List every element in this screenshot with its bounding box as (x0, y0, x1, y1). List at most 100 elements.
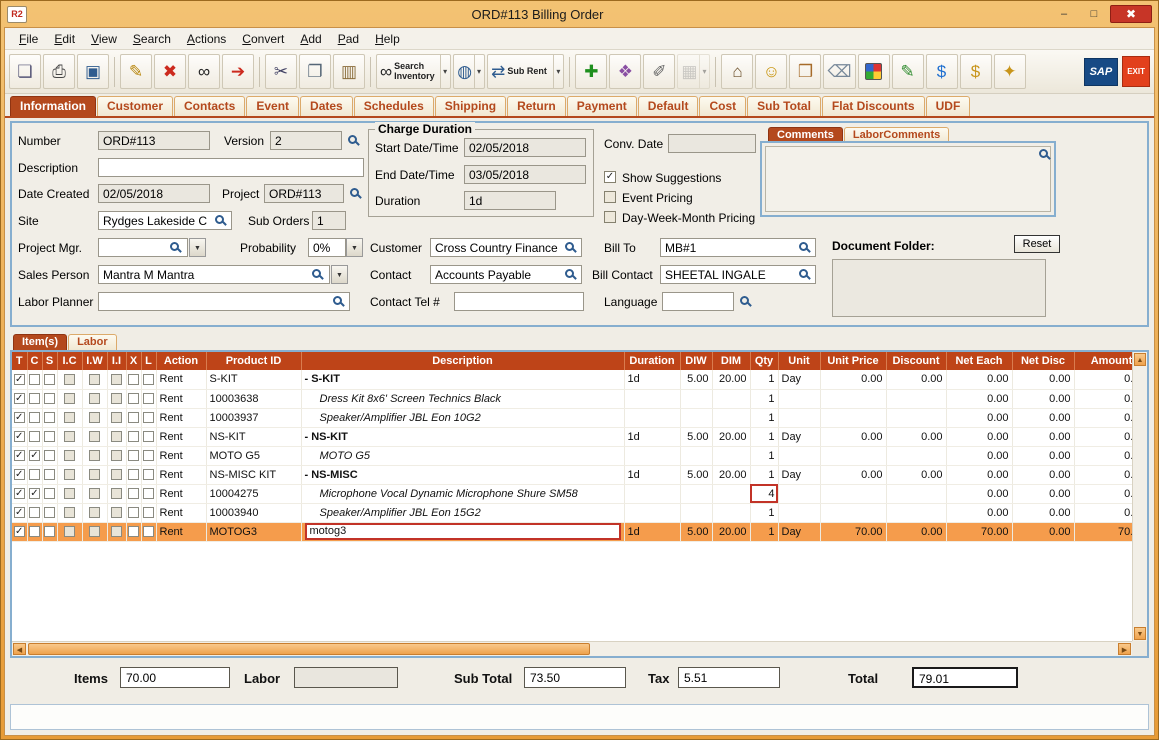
checkbox-ii[interactable] (111, 526, 122, 538)
site-field[interactable]: Rydges Lakeside C (98, 211, 232, 230)
col-header-discount[interactable]: Discount (886, 352, 947, 370)
checkbox-s[interactable] (44, 393, 55, 405)
checkbox-t[interactable] (13, 412, 25, 424)
vertical-scrollbar[interactable]: ▲ ▼ (1132, 352, 1147, 641)
item-row-ns-misc-kit[interactable]: RentNS-MISC KIT- NS-MISC1d5.0020.001Day0… (12, 465, 1132, 485)
tab-sub-total[interactable]: Sub Total (747, 96, 821, 116)
tab-schedules[interactable]: Schedules (353, 96, 434, 116)
edit-pencil-icon[interactable]: ✎ (120, 54, 152, 89)
tab-contacts[interactable]: Contacts (174, 96, 246, 116)
comments-textarea[interactable] (765, 146, 1051, 212)
contact-search-icon[interactable] (565, 269, 574, 278)
paste-icon[interactable]: ▥ (333, 54, 365, 89)
bill-contact-field[interactable]: SHEETAL INGALE (660, 265, 816, 284)
checkbox-ic[interactable] (64, 507, 75, 519)
package-icon[interactable]: ❒ (789, 54, 822, 89)
item-row-10003940[interactable]: Rent10003940Speaker/Amplifier JBL Eon 15… (12, 503, 1132, 523)
checkbox-c[interactable] (29, 412, 40, 424)
checkbox-iw[interactable] (89, 450, 100, 462)
minimize-button[interactable]: – (1050, 5, 1078, 23)
menu-search[interactable]: Search (125, 29, 179, 49)
bill-to-field[interactable]: MB#1 (660, 238, 816, 257)
version-search-icon[interactable] (348, 135, 357, 144)
checkbox-ii[interactable] (111, 431, 122, 443)
customer-field[interactable]: Cross Country Finance (430, 238, 582, 257)
labor-planner-search-icon[interactable] (333, 296, 342, 305)
checkbox-ii[interactable] (111, 507, 122, 519)
sales-person-search-icon[interactable] (312, 269, 321, 278)
col-header-c[interactable]: C (27, 352, 43, 370)
item-row-ns-kit[interactable]: RentNS-KIT- NS-KIT1d5.0020.001Day0.000.0… (12, 427, 1132, 447)
sub-rent-button-dropdown-icon[interactable]: ▾ (553, 55, 560, 88)
checkbox-ic[interactable] (64, 488, 75, 500)
new-document-icon[interactable]: ❏ (9, 54, 41, 89)
tab-default[interactable]: Default (637, 96, 699, 116)
bill-to-search-icon[interactable] (799, 242, 808, 251)
globe-button-dropdown-icon[interactable]: ▾ (474, 55, 481, 88)
checkbox-c[interactable] (29, 507, 40, 519)
grid-view-icon-dropdown-icon[interactable]: ▾ (699, 55, 706, 88)
contact-field[interactable]: Accounts Payable (430, 265, 582, 284)
checkbox-iw[interactable] (89, 469, 100, 481)
site-building-icon[interactable]: ⌂ (721, 54, 754, 89)
col-header-dim[interactable]: DIM (712, 352, 751, 370)
checkbox-t[interactable] (13, 450, 25, 462)
project-mgr-dropdown[interactable] (189, 238, 206, 257)
items-tab-item-s-[interactable]: Item(s) (13, 334, 68, 350)
checkbox-l[interactable] (143, 507, 154, 519)
checkbox-t[interactable] (13, 469, 25, 481)
checkbox-x[interactable] (128, 526, 139, 538)
checkbox-x[interactable] (128, 373, 139, 385)
checkbox-ii[interactable] (111, 393, 122, 405)
tab-payment[interactable]: Payment (566, 96, 637, 116)
checkbox-t[interactable] (13, 373, 25, 385)
scroll-up-icon[interactable]: ▲ (1134, 353, 1146, 366)
col-header-product-id[interactable]: Product ID (206, 352, 302, 370)
checkbox-c[interactable] (29, 450, 40, 462)
checkbox-l[interactable] (143, 488, 154, 500)
col-header-l[interactable]: L (141, 352, 157, 370)
checkbox-x[interactable] (128, 507, 139, 519)
checkbox-iw[interactable] (89, 412, 100, 424)
checkbox-ic[interactable] (64, 431, 75, 443)
checkbox-l[interactable] (143, 431, 154, 443)
add-item-icon[interactable]: ✚ (575, 54, 608, 89)
checkbox-c[interactable] (29, 488, 40, 500)
checkbox-t[interactable] (13, 488, 25, 500)
menu-view[interactable]: View (83, 29, 125, 49)
col-header-duration[interactable]: Duration (624, 352, 681, 370)
checkbox-iw[interactable] (89, 431, 100, 443)
tab-shipping[interactable]: Shipping (434, 96, 507, 116)
language-field[interactable] (662, 292, 734, 311)
checkbox-t[interactable] (13, 507, 25, 519)
tab-dates[interactable]: Dates (300, 96, 353, 116)
menu-help[interactable]: Help (367, 29, 408, 49)
col-header-t[interactable]: T (12, 352, 28, 370)
cut-icon[interactable]: ✂ (265, 54, 297, 89)
close-button[interactable]: ✖ (1110, 5, 1152, 23)
tab-customer[interactable]: Customer (97, 96, 174, 116)
language-search-icon[interactable] (740, 296, 749, 305)
grid-view-icon[interactable]: ▦ ▾ (677, 54, 711, 89)
scrollbar-thumb[interactable] (28, 643, 590, 655)
event-pricing-checkbox[interactable] (604, 191, 616, 203)
search-inventory-button-dropdown-icon[interactable]: ▾ (440, 55, 447, 88)
col-header-i-w[interactable]: I.W (82, 352, 108, 370)
checkbox-iw[interactable] (89, 393, 100, 405)
date-created-field[interactable]: 02/05/2018 (98, 184, 210, 203)
checkbox-s[interactable] (44, 373, 55, 385)
show-suggestions-checkbox[interactable] (604, 171, 616, 183)
checkbox-x[interactable] (128, 412, 139, 424)
description-field[interactable] (98, 158, 364, 177)
delete-icon[interactable]: ✖ (154, 54, 186, 89)
checkbox-t[interactable] (13, 431, 25, 443)
checkbox-ii[interactable] (111, 373, 122, 385)
checkbox-c[interactable] (29, 373, 40, 385)
checkbox-c[interactable] (29, 469, 40, 481)
tab-information[interactable]: Information (10, 96, 96, 116)
sub-orders-field[interactable]: 1 (312, 211, 346, 230)
checkbox-l[interactable] (143, 373, 154, 385)
project-mgr-search-icon[interactable] (170, 242, 179, 251)
checkbox-x[interactable] (128, 393, 139, 405)
transfer-order-icon[interactable]: ➔ (222, 54, 254, 89)
